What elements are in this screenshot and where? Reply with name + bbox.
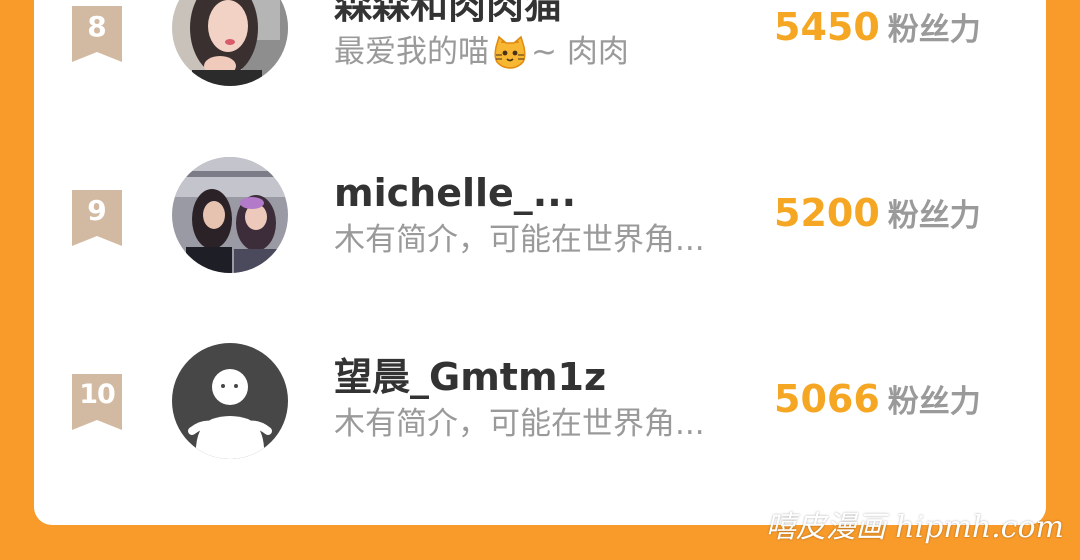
rank-badge: 8 [70, 6, 124, 62]
score-unit: 粉丝力 [887, 12, 981, 48]
default-avatar-icon [172, 343, 288, 459]
leaderboard-row[interactable]: 9 michelle_... 木有简介，可能在世界角... 5200 粉丝力 [34, 154, 1046, 338]
avatar[interactable] [172, 157, 288, 273]
leaderboard-row[interactable]: 8 森森和肉肉猫 最爱我的喵 ~ 肉肉 5450 粉丝力 [34, 0, 1046, 154]
user-name[interactable]: 森森和肉肉猫 [334, 0, 562, 28]
fan-power-score: 5450 粉丝力 [774, 4, 981, 58]
rank-number: 9 [87, 194, 107, 227]
cat-face-icon [493, 35, 527, 79]
group-photo-avatar [172, 157, 288, 273]
leaderboard-row[interactable]: 10 望晨_Gmtm1z 木有简介，可能在世界角... 5066 粉丝力 [34, 338, 1046, 522]
user-name[interactable]: michelle_... [334, 170, 576, 216]
site-watermark: 嘻皮漫画 hipmh.com [765, 510, 1064, 545]
score-unit: 粉丝力 [887, 384, 981, 420]
rank-number: 8 [87, 10, 107, 43]
score-value: 5200 [774, 191, 880, 235]
fan-power-score: 5200 粉丝力 [774, 190, 981, 244]
rank-badge: 10 [70, 374, 124, 430]
bio-text: 最爱我的喵 [334, 34, 489, 70]
user-name[interactable]: 望晨_Gmtm1z [334, 354, 606, 400]
avatar[interactable] [172, 0, 288, 86]
score-value: 5450 [774, 5, 880, 49]
avatar[interactable] [172, 343, 288, 459]
score-value: 5066 [774, 377, 880, 421]
user-photo-avatar [172, 0, 288, 86]
score-unit: 粉丝力 [887, 198, 981, 234]
user-bio: 木有简介，可能在世界角... [334, 222, 705, 258]
bio-text-suffix: ~ 肉肉 [531, 34, 629, 70]
user-bio: 最爱我的喵 ~ 肉肉 [334, 32, 629, 79]
rank-badge: 9 [70, 190, 124, 246]
rank-number: 10 [79, 379, 116, 410]
fan-power-score: 5066 粉丝力 [774, 376, 981, 430]
user-bio: 木有简介，可能在世界角... [334, 406, 705, 442]
leaderboard-card: 8 森森和肉肉猫 最爱我的喵 ~ 肉肉 5450 粉丝力 9 michelle_… [34, 0, 1046, 525]
